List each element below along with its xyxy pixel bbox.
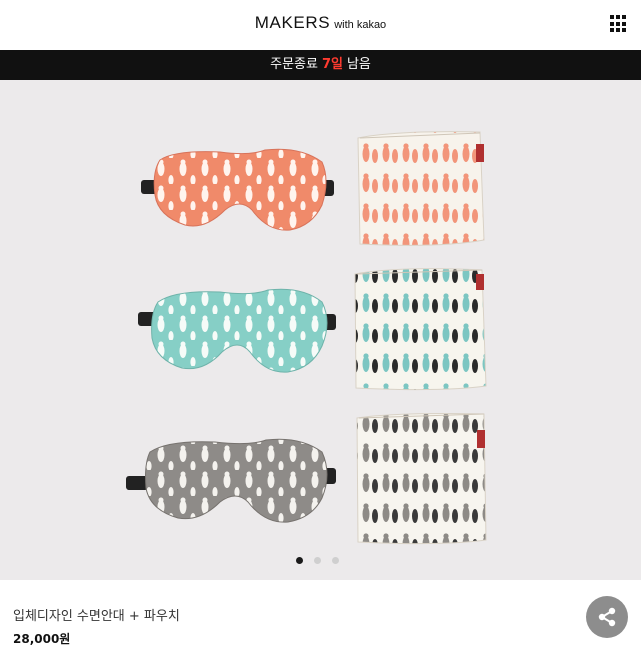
product-photo: [126, 131, 487, 545]
banner-suffix: 남음: [346, 57, 371, 72]
carousel-dot-3[interactable]: [332, 557, 339, 564]
carousel-dot-1[interactable]: [296, 557, 303, 564]
logo-subtitle: with kakao: [334, 19, 387, 31]
makers-logo[interactable]: MAKERS with kakao: [0, 13, 641, 33]
product-title[interactable]: 입체디자인 수면안대 + 파우치: [13, 605, 180, 624]
order-deadline-banner: 주문종료 7일 남음: [0, 50, 641, 80]
orange-eye-mask: [141, 148, 334, 231]
share-button[interactable]: [586, 596, 628, 638]
mint-eye-mask: [138, 288, 336, 373]
logo-brand: MAKERS: [254, 13, 331, 32]
gray-pouch: [356, 413, 487, 545]
grid-menu-icon[interactable]: [610, 15, 628, 33]
banner-prefix: 주문종료: [270, 57, 318, 72]
orange-pouch: [357, 131, 485, 246]
carousel-dot-2[interactable]: [314, 557, 321, 564]
product-image-carousel[interactable]: [0, 80, 641, 580]
product-price: 28,000원: [13, 632, 71, 646]
gray-eye-mask: [126, 438, 336, 523]
top-header: MAKERS with kakao: [0, 0, 641, 50]
product-info: 입체디자인 수면안대 + 파우치 28,000원: [0, 580, 641, 655]
carousel-indicator: [296, 557, 339, 564]
banner-days: 7일: [321, 57, 343, 72]
mint-pouch: [354, 268, 487, 391]
share-icon: [598, 607, 616, 627]
